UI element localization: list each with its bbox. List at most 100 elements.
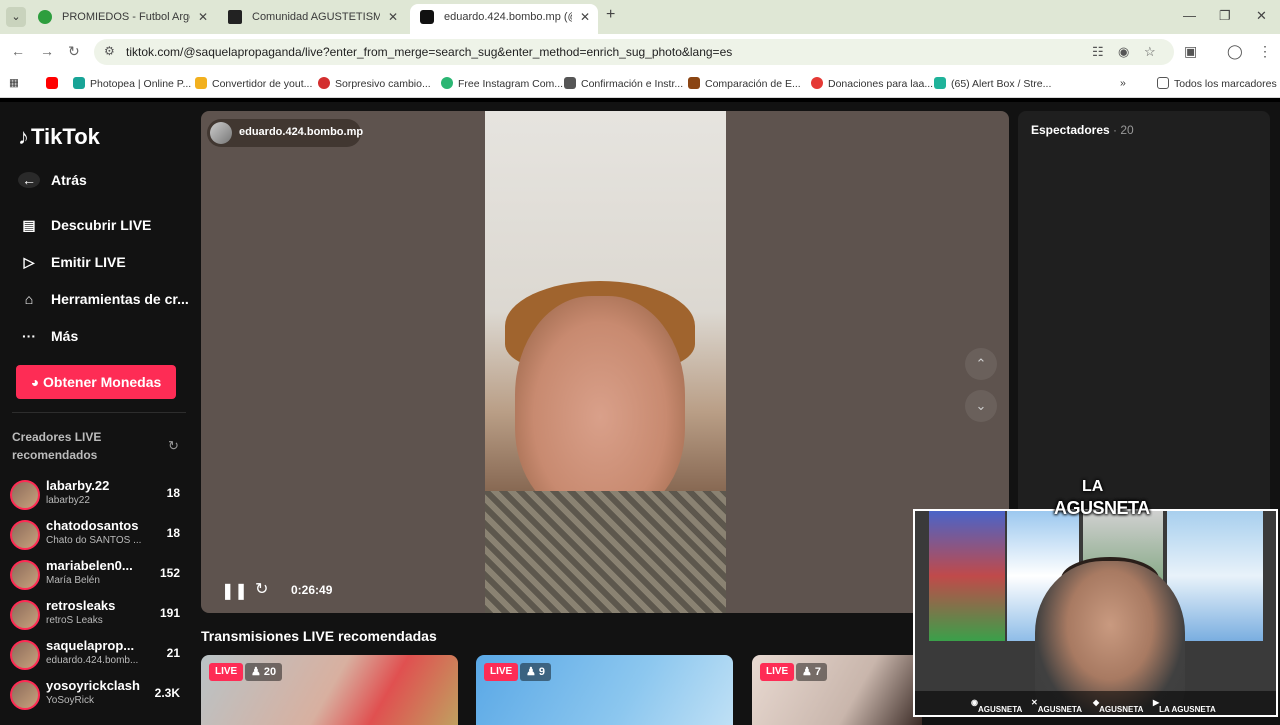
live-badge: LIVE [760,663,795,681]
reload-icon[interactable]: ↻ [68,43,80,60]
live-card[interactable]: LIVE ♟ 20 [201,655,458,725]
youtube-handle: ▶ LA AGUSNETA [1153,698,1216,714]
bookmark-item[interactable]: Convertidor de yout... [195,77,312,90]
recommended-live-title: Transmisiones LIVE recomendadas [201,628,437,644]
bookmark-item[interactable]: (65) Alert Box / Stre... [934,77,1051,90]
forward-arrow-icon[interactable]: → [40,43,54,59]
bookmark-item[interactable]: Confirmación e Instr... [564,77,683,90]
creator-item[interactable]: mariabelen0... María Belén 152 [10,558,186,596]
window-close-icon[interactable]: ✕ [1256,8,1267,24]
get-coins-button[interactable]: ◕ Obtener Monedas [16,365,176,399]
tab-label: Comunidad AGUSTETISMO (SU [252,11,380,23]
reload-icon[interactable]: ↻ [255,579,268,599]
tab-promiedos[interactable]: PROMIEDOS - Futbol Argentino ✕ [28,4,216,34]
more-dots-icon: ··· [22,328,36,344]
creator-item[interactable]: retrosleaks retroS Leaks 191 [10,598,186,636]
profile-icon[interactable]: ◯ [1227,43,1243,60]
more-bookmarks-chevron-icon[interactable]: » [1120,77,1126,89]
url-text[interactable]: tiktok.com/@saquelapropaganda/live?enter… [126,45,732,59]
all-bookmarks[interactable]: Todos los marcadores [1157,77,1277,90]
creator-viewer-count: 2.3K [154,686,180,700]
bookmark-item[interactable]: Photopea | Online P... [73,77,191,90]
sidebar-item-more[interactable]: ··· Más [18,328,78,344]
creator-item[interactable]: saquelaprop... eduardo.424.bomb... 21 [10,638,186,676]
sidebar-item-label: Descubrir LIVE [51,217,152,233]
live-video-frame[interactable] [485,111,726,613]
bookmark-item[interactable]: Free Instagram Com... [441,77,563,90]
avatar [210,122,232,144]
live-card[interactable]: LIVE ♟ 7 [752,655,922,725]
tab-search-chevron-icon[interactable]: ⌄ [6,7,26,27]
live-badge: LIVE [209,663,244,681]
back-arrow-icon[interactable]: ← [11,43,25,59]
tab-comunidad[interactable]: Comunidad AGUSTETISMO (SU ✕ [218,4,406,34]
bookmark-label: Donaciones para laa... [828,78,934,90]
host-info[interactable]: eduardo.424.bombo.mp [207,119,363,147]
creator-subtitle: YoSoyRick [46,695,94,706]
live-card[interactable]: LIVE ♟ 9 [476,655,733,725]
instagram-tool-icon [441,77,453,89]
minimize-icon[interactable]: — [1183,8,1196,23]
folder-icon [1157,77,1169,89]
sidebar-divider [12,412,186,413]
chevron-down-icon[interactable]: ⌄ [965,390,997,422]
refresh-icon[interactable]: ↻ [168,438,179,454]
tiktok-logo[interactable]: ♪TikTok [18,124,100,150]
close-icon[interactable]: ✕ [388,4,398,30]
bookmark-item[interactable]: Sorpresivo cambio... [318,77,431,90]
brand-top-text: LA [1082,478,1104,495]
handle-text: AGUSNETA [977,705,1023,714]
creator-item[interactable]: chatodosantos Chato do SANTOS ... 18 [10,518,186,556]
sidebar: ♪TikTok ← Atrás ▤ Descubrir LIVE ▷ Emitir L… [0,102,196,720]
live-video-player[interactable]: eduardo.424.bombo.mp ❚❚ ↻ 0:26:49 ⌃ ⌄ [201,111,1009,613]
restore-icon[interactable]: ❐ [1219,8,1231,24]
chevron-up-icon[interactable]: ⌃ [965,348,997,380]
back-label: Atrás [51,172,87,188]
close-icon[interactable]: ✕ [198,4,208,30]
sidebar-item-go-live[interactable]: ▷ Emitir LIVE [18,254,126,271]
x-logo-icon [228,10,242,24]
back-link[interactable]: ← Atrás [18,172,87,188]
bookmarks-bar: ▦ Photopea | Online P... Convertidor de … [0,70,1280,98]
browser-tab-bar: ⌄ PROMIEDOS - Futbol Argentino ✕ Comunid… [0,0,1280,34]
creator-viewer-count: 21 [166,646,180,660]
video-camera-icon: ▷ [23,254,35,270]
folder-icon [195,77,207,89]
person-icon: ♟ [802,666,815,678]
creator-item[interactable]: yosoyrickclash YoSoyRick 2.3K [10,678,186,716]
viewers-title-label: Espectadores [1031,123,1110,137]
sidebar-item-label: Emitir LIVE [51,254,126,270]
new-tab-button[interactable]: + [606,6,615,24]
kick-handle: ◆ AGUSNETA [1093,698,1144,714]
omnibox[interactable]: ⚙ tiktok.com/@saquelapropaganda/live?ent… [94,39,1174,65]
recommended-creators-title: Creadores LIVE recomendados [12,430,102,462]
extensions-icon[interactable]: ▣ [1184,43,1197,60]
globe-icon [38,10,52,24]
instagram-handle: ◉ AGUSNETA [971,698,1023,714]
creator-name: retrosleaks [46,598,116,613]
viewers-count: · 20 [1113,123,1134,137]
sidebar-item-discover-live[interactable]: ▤ Descubrir LIVE [18,217,151,234]
eye-off-icon[interactable]: ◉ [1118,44,1129,60]
avatar [10,520,40,550]
bookmark-item[interactable]: Comparación de E... [688,77,801,90]
pause-icon[interactable]: ❚❚ [221,581,248,601]
bookmark-youtube[interactable] [46,77,63,90]
tab-tiktok-live[interactable]: eduardo.424.bombo.mp (@ ✕ [410,4,598,34]
site-settings-icon[interactable]: ⚙ [104,44,115,58]
bookmark-star-icon[interactable]: ☆ [1144,44,1156,60]
all-bookmarks-label: Todos los marcadores [1174,78,1277,90]
tv-icon: ▤ [22,217,36,233]
viewer-count-badge: ♟ 9 [520,663,552,681]
apps-grid-icon[interactable]: ▦ [9,77,19,89]
bookmark-item[interactable]: Donaciones para laa... [811,77,933,90]
menu-dots-icon[interactable]: ⋮ [1258,43,1272,60]
sidebar-item-creator-tools[interactable]: ⌂ Herramientas de cr... [18,291,189,307]
creator-name: yosoyrickclash [46,678,140,693]
coin-icon: ◕ [30,374,44,390]
translate-icon[interactable]: ☷ [1092,44,1104,60]
bookmark-label: Sorpresivo cambio... [335,78,431,90]
creator-item[interactable]: labarby.22 labarby22 18 [10,478,186,516]
close-icon[interactable]: ✕ [580,4,590,30]
avatar [10,480,40,510]
